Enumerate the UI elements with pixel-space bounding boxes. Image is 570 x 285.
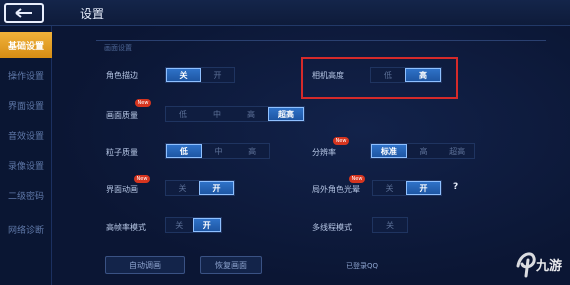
new-badge: New bbox=[134, 175, 150, 183]
quality-high-option[interactable]: 高 bbox=[234, 107, 268, 121]
particle-high-option[interactable]: 高 bbox=[235, 144, 269, 158]
help-icon[interactable]: ? bbox=[453, 182, 458, 192]
sidebar-item-replay[interactable]: 录像设置 bbox=[0, 152, 52, 178]
ui-animation-off-option[interactable]: 关 bbox=[166, 181, 199, 195]
edge-off-option[interactable]: 关 bbox=[166, 68, 201, 82]
quality-ultra-option[interactable]: 超高 bbox=[268, 107, 304, 121]
new-badge: New bbox=[349, 175, 365, 183]
new-badge: New bbox=[333, 137, 349, 145]
new-badge: New bbox=[135, 99, 151, 107]
multithread-toggle: 关 bbox=[372, 217, 408, 233]
highlight-box bbox=[301, 57, 458, 99]
resolution-ultra-option[interactable]: 超高 bbox=[440, 144, 474, 158]
sidebar-item-basic[interactable]: 基础设置 bbox=[0, 32, 52, 58]
multithread-off-option[interactable]: 关 bbox=[373, 218, 407, 232]
particle-mid-option[interactable]: 中 bbox=[202, 144, 236, 158]
svg-text:九游: 九游 bbox=[535, 258, 562, 274]
page-title: 设置 bbox=[80, 7, 105, 21]
ui-animation-label: 界面动画 bbox=[106, 185, 138, 194]
outline-glow-label: 局外角色光晕 bbox=[312, 185, 360, 194]
back-button[interactable] bbox=[4, 3, 44, 23]
outline-glow-off-option[interactable]: 关 bbox=[373, 181, 406, 195]
ui-animation-on-option[interactable]: 开 bbox=[199, 181, 234, 195]
hfr-toggle: 关 开 bbox=[165, 217, 222, 233]
sidebar-item-audio[interactable]: 音效设置 bbox=[0, 122, 52, 148]
sidebar: 基础设置 操作设置 界面设置 音效设置 录像设置 二级密码 网络诊断 bbox=[0, 26, 52, 285]
edge-toggle: 关 开 bbox=[165, 67, 235, 83]
particle-selector: 低 中 高 bbox=[165, 143, 270, 159]
quality-label: 画面质量 bbox=[106, 111, 138, 120]
sidebar-item-controls[interactable]: 操作设置 bbox=[0, 62, 52, 88]
resolution-label: 分辨率 bbox=[312, 148, 336, 157]
login-status: 已登录QQ bbox=[346, 262, 379, 270]
quality-selector: 低 中 高 超高 bbox=[165, 106, 305, 122]
sidebar-item-interface[interactable]: 界面设置 bbox=[0, 92, 52, 118]
resolution-high-option[interactable]: 高 bbox=[407, 144, 441, 158]
outline-glow-on-option[interactable]: 开 bbox=[406, 181, 441, 195]
back-arrow-icon bbox=[15, 8, 32, 18]
multithread-label: 多线程模式 bbox=[312, 223, 352, 232]
edge-on-option[interactable]: 开 bbox=[201, 68, 234, 82]
watermark-logo: 九游 bbox=[510, 236, 570, 285]
auto-adjust-button[interactable]: 自动调画 bbox=[105, 256, 185, 274]
hfr-on-option[interactable]: 开 bbox=[192, 218, 221, 232]
particle-low-option[interactable]: 低 bbox=[166, 144, 202, 158]
quality-mid-option[interactable]: 中 bbox=[200, 107, 234, 121]
edge-label: 角色描边 bbox=[106, 71, 138, 80]
sidebar-item-password[interactable]: 二级密码 bbox=[0, 182, 52, 208]
hfr-label: 高帧率模式 bbox=[106, 223, 146, 232]
quality-low-option[interactable]: 低 bbox=[166, 107, 200, 121]
particle-label: 粒子质量 bbox=[106, 148, 138, 157]
top-bar: 设置 bbox=[0, 0, 570, 26]
sidebar-item-network[interactable]: 网络诊断 bbox=[0, 216, 52, 242]
section-header: 画面设置 bbox=[96, 40, 546, 54]
ui-animation-toggle: 关 开 bbox=[165, 180, 235, 196]
hfr-off-option[interactable]: 关 bbox=[166, 218, 193, 232]
resolution-standard-option[interactable]: 标准 bbox=[371, 144, 407, 158]
restore-default-button[interactable]: 恢复画面 bbox=[200, 256, 262, 274]
outline-glow-toggle: 关 开 bbox=[372, 180, 442, 196]
resolution-selector: 标准 高 超高 bbox=[370, 143, 475, 159]
